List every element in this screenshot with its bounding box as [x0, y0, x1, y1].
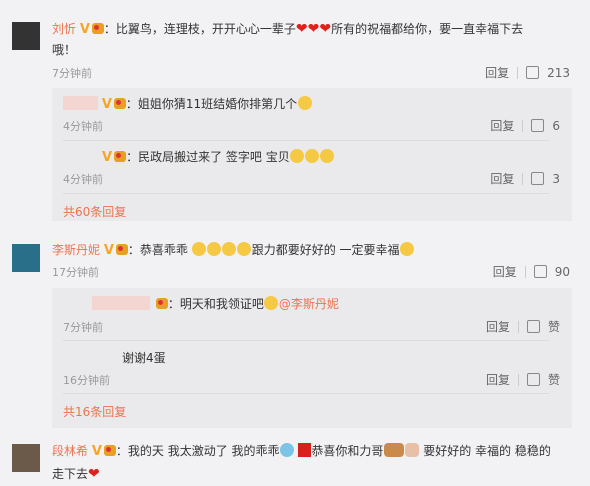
verified-icon: V — [101, 97, 112, 112]
emoji-icon — [237, 242, 252, 256]
blurred-username — [92, 296, 150, 310]
comment-text: 李斯丹妮 V ：恭喜乖乖 跟力都要好好的 一定要幸福 — [52, 240, 415, 261]
reply-button[interactable]: 回复 — [493, 263, 517, 280]
emoji-icon — [264, 296, 279, 310]
emoji-icon — [305, 149, 320, 163]
reply-button[interactable]: 回复 — [485, 64, 509, 81]
timestamp: 4分钟前 — [63, 173, 103, 186]
divider — [63, 140, 549, 141]
like-count[interactable]: 6 — [552, 119, 560, 133]
verified-icon: V — [91, 444, 102, 459]
double-happiness-icon — [298, 443, 312, 457]
verified-icon: V — [103, 243, 114, 258]
verified-icon: V — [102, 150, 113, 165]
timestamp: 17分钟前 — [52, 266, 99, 279]
reply-text: 谢谢4蛋 — [122, 351, 166, 365]
avatar[interactable] — [12, 22, 40, 50]
like-icon[interactable] — [526, 66, 540, 79]
emoji-icon — [400, 242, 415, 256]
emoji-icon — [192, 242, 207, 256]
username[interactable]: 段林希 — [52, 444, 88, 458]
timestamp: 4分钟前 — [63, 120, 103, 133]
reply-box: V ：姐姐你猜11班结婚你排第几个 4分钟前 回复 6 V ：民政局搬过来了 签字吧 … — [52, 88, 572, 221]
heart-icon: ❤❤❤ — [295, 21, 332, 37]
emoji-icon — [320, 149, 335, 163]
reply-actions: 回复 赞 — [486, 371, 560, 388]
like-icon[interactable] — [526, 373, 540, 386]
reply-actions: 回复 6 — [490, 117, 560, 134]
divider — [517, 66, 519, 79]
username[interactable]: 李斯丹妮 — [52, 243, 100, 257]
like-icon[interactable] — [531, 172, 545, 185]
blurred-username — [63, 96, 98, 110]
divider — [63, 340, 549, 341]
like-icon[interactable] — [531, 119, 545, 132]
comment-text: 段林希 V ：我的天 我太激动了 我的乖乖 恭喜你和力哥 要好好的 幸福的 稳稳的… — [52, 443, 551, 482]
avatar[interactable] — [12, 244, 40, 272]
reply-button[interactable]: 回复 — [490, 170, 514, 187]
divider — [63, 393, 549, 394]
divider — [522, 172, 524, 185]
vip-badge-icon — [114, 151, 127, 162]
like-count[interactable]: 213 — [547, 66, 570, 80]
crying-emoji-icon — [280, 443, 295, 457]
reply-button[interactable]: 回复 — [486, 318, 510, 335]
couple-emoji-icon — [404, 443, 419, 457]
vip-badge-icon — [115, 244, 128, 255]
more-replies-link[interactable]: 共60条回复 — [63, 203, 126, 220]
emoji-icon — [207, 242, 222, 256]
more-replies-link[interactable]: 共16条回复 — [63, 403, 126, 420]
comment-actions: 回复 90 — [493, 263, 570, 280]
reply-actions: 回复 赞 — [486, 318, 560, 335]
emoji-icon — [297, 96, 312, 110]
like-count[interactable]: 赞 — [548, 318, 560, 335]
comment-text: 刘忻 V ：比翼鸟，连理枝，开开心心一辈子❤❤❤所有的祝福都给你，要一直幸福下去哦… — [52, 21, 524, 57]
vip-badge-icon — [91, 23, 104, 34]
like-icon[interactable] — [533, 265, 547, 278]
mention-link[interactable]: @李斯丹妮 — [279, 297, 339, 311]
username[interactable]: 刘忻 — [52, 22, 76, 36]
divider — [524, 265, 526, 278]
timestamp: 7分钟前 — [52, 67, 92, 80]
reply-text: V ：民政局搬过来了 签字吧 宝贝 — [102, 148, 335, 165]
reply-button[interactable]: 回复 — [486, 371, 510, 388]
vip-badge-icon — [155, 298, 168, 309]
reply-actions: 回复 3 — [490, 170, 560, 187]
emoji-icon — [222, 242, 237, 256]
reply-button[interactable]: 回复 — [490, 117, 514, 134]
emoji-icon — [290, 149, 305, 163]
avatar[interactable] — [12, 444, 40, 472]
divider — [522, 119, 524, 132]
divider — [517, 373, 519, 386]
reply-text: V ：姐姐你猜11班结婚你排第几个 — [63, 95, 312, 112]
reply-box: ：明天和我领证吧 @李斯丹妮 7分钟前 回复赞 谢谢4蛋 16分钟前 回复赞 共1… — [52, 288, 572, 428]
like-count[interactable]: 90 — [555, 265, 570, 279]
timestamp: 7分钟前 — [63, 321, 103, 334]
couple-emoji-icon — [383, 443, 404, 457]
comment-actions: 回复 213 — [485, 64, 570, 81]
vip-badge-icon — [113, 98, 126, 109]
heart-icon: ❤ — [88, 466, 100, 482]
vip-badge-icon — [103, 445, 116, 456]
like-count[interactable]: 赞 — [548, 371, 560, 388]
like-count[interactable]: 3 — [552, 172, 560, 186]
timestamp: 16分钟前 — [63, 374, 110, 387]
divider — [517, 320, 519, 333]
like-icon[interactable] — [526, 320, 540, 333]
verified-icon: V — [79, 22, 90, 37]
divider — [63, 193, 549, 194]
reply-text: ：明天和我领证吧 @李斯丹妮 — [92, 295, 339, 312]
